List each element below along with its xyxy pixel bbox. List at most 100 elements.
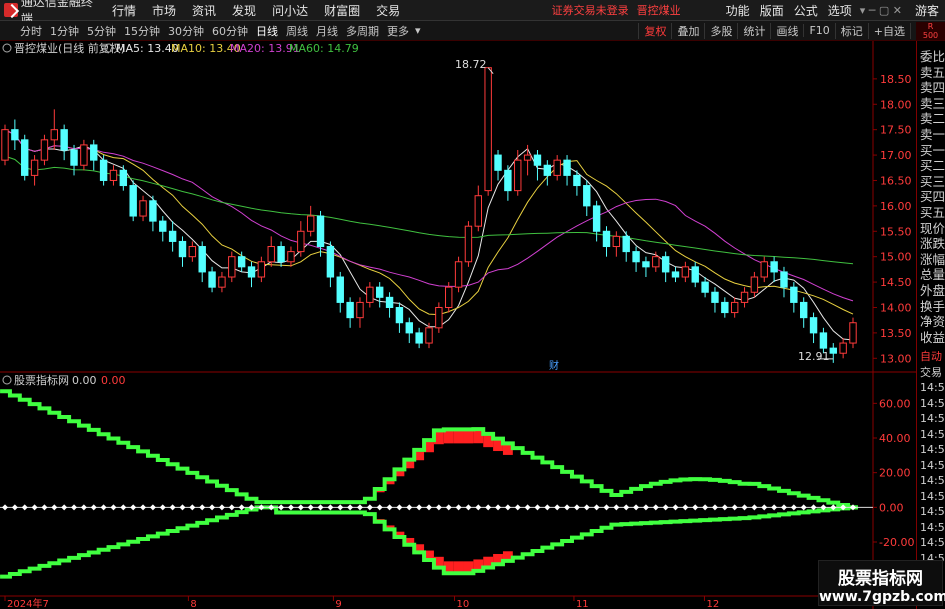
more-chevron-icon[interactable]: ▾ [413,24,423,37]
chart-grid [0,41,916,609]
collapse-icon[interactable] [2,43,12,53]
period-15min[interactable]: 15分钟 [120,23,164,39]
candle-body [504,169,512,192]
f10-button[interactable]: F10 [803,24,834,37]
period-fenshi[interactable]: 分时 [0,23,46,39]
top-r-tag[interactable]: R 500 [916,22,945,40]
menu-wealth[interactable]: 财富圈 [316,2,368,19]
zero-diamond [455,504,462,511]
candle-body [277,246,285,263]
zero-diamond [31,504,38,511]
period-monthly[interactable]: 月线 [312,23,342,39]
quote-label: 买五 [920,204,945,220]
login-warning[interactable]: 证券交易未登录 [548,2,633,18]
menu-bar: 通达信金融终端 行情 市场 资讯 发现 问小达 财富圈 交易 证券交易未登录 晋… [0,0,945,26]
quote-label: 涨跌 [920,236,945,252]
period-60min[interactable]: 60分钟 [208,23,252,39]
candle-body [159,220,167,232]
zero-diamond [199,504,206,511]
candle-body [523,154,532,161]
fuquan-button[interactable]: 复权 [638,22,671,39]
zero-diamond [80,504,87,511]
candle [405,317,413,344]
candle [415,327,423,349]
period-multi[interactable]: 多周期 [342,23,383,39]
guest-label[interactable]: 游客 [905,2,945,19]
zero-diamond [2,504,8,511]
finance-marker[interactable]: 财 [549,359,559,372]
candle [504,165,512,201]
candle [60,124,68,161]
period-more[interactable]: 更多 [383,23,413,39]
zero-diamond [642,504,649,511]
candle [454,256,463,293]
menu-function[interactable]: 功能 [721,2,755,19]
candle-body [602,230,611,248]
quote-label: 换手 [920,298,945,314]
candle-body [129,185,137,217]
stats-button[interactable]: 统计 [737,22,770,39]
mark-button[interactable]: 标记 [834,22,868,39]
zero-diamond [337,504,344,511]
indicator-tick-label: 40.00 [879,432,911,445]
period-weekly[interactable]: 周线 [282,23,312,39]
menu-trade[interactable]: 交易 [368,2,408,19]
menu-ask[interactable]: 问小达 [264,2,316,19]
candle [533,149,542,181]
multi-stock-button[interactable]: 多股 [704,22,737,39]
window-controls[interactable]: ▾ ─ ▢ ✕ [857,4,905,17]
period-1min[interactable]: 1分钟 [46,23,83,39]
zero-diamond [426,504,432,511]
quote-label: 买一 [920,142,945,158]
candle-body [208,271,216,288]
candle [159,216,167,242]
candle [80,139,88,171]
candle-body [809,317,818,334]
candle [622,231,630,262]
menu-news[interactable]: 资讯 [184,2,224,19]
add-watchlist-button[interactable]: +自选 [867,22,910,39]
trade-tab[interactable]: 自动 [917,349,945,365]
zero-diamond [327,504,334,511]
menu-formula[interactable]: 公式 [789,2,823,19]
kline-chart[interactable]: 18.50 18.00 17.50 17.00 16.50 16.00 15.50 15.00… [0,41,916,609]
overlay-button[interactable]: 叠加 [671,22,704,39]
indicator-settings-icon[interactable] [2,375,12,385]
candle-body [681,266,690,278]
menu-options[interactable]: 选项 [823,2,857,19]
menu-discover[interactable]: 发现 [224,2,264,19]
zero-diamond [61,504,68,511]
draw-button[interactable]: 画线 [770,22,803,39]
candle-body [50,129,59,141]
zero-diamond [692,504,699,511]
price-tick-label: 14.00 [880,301,912,314]
zero-diamond [228,504,235,511]
price-tick-label: 18.50 [880,73,912,86]
candle [721,297,729,318]
candle-body [356,301,364,319]
price-tick-label: 18.00 [880,98,912,111]
menu-market[interactable]: 市场 [144,2,184,19]
trade-time: 14:56 [920,396,945,410]
candle [435,302,443,333]
zero-diamond [268,504,275,511]
menu-quotes[interactable]: 行情 [104,2,144,19]
zero-diamond [751,504,758,511]
period-5min[interactable]: 5分钟 [83,23,120,39]
zero-diamond [396,504,403,511]
period-daily[interactable]: 日线 [252,23,282,39]
menu-layout[interactable]: 版面 [755,2,789,19]
period-30min[interactable]: 30分钟 [164,23,208,39]
candle-body [70,149,78,166]
candle [464,221,473,267]
trade-tab[interactable]: 交易 [917,365,945,381]
candle-body [760,261,768,278]
candle-body [553,159,561,176]
candle [149,195,157,232]
trade-time: 14:56 [920,427,945,441]
zero-diamond [672,504,679,511]
quote-label: 卖三 [920,95,945,111]
trade-time: 14:56 [920,489,945,503]
candle-body [326,246,335,278]
watermark-url: www.7gpzb.com [819,589,945,605]
